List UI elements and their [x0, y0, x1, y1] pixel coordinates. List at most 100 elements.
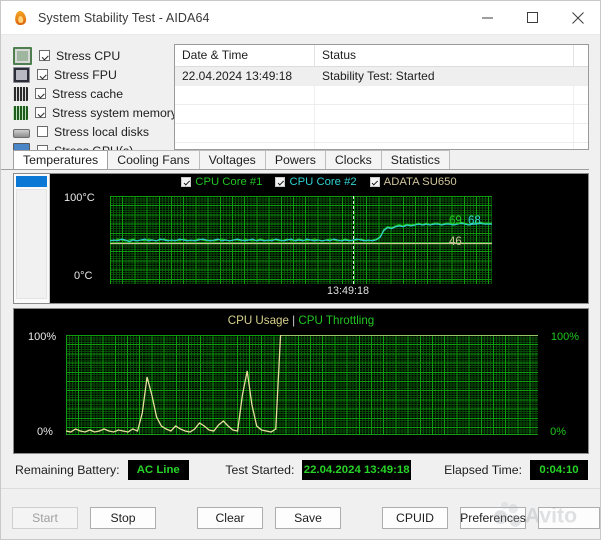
log-table-body: 22.04.2024 13:49:18 Stability Test: Star… — [175, 67, 588, 149]
table-row[interactable]: 22.04.2024 13:49:18 Stability Test: Star… — [175, 67, 588, 86]
clear-button[interactable]: Clear — [197, 506, 263, 529]
cell-extra — [574, 86, 588, 104]
maximize-icon[interactable] — [510, 1, 555, 34]
cpu-usage-title-part: CPU Usage — [227, 314, 289, 327]
cell-datetime — [175, 143, 315, 149]
preferences-button[interactable]: Preferences — [460, 506, 526, 529]
disk-icon — [13, 129, 30, 138]
cpu-icon — [13, 46, 32, 65]
tab-powers[interactable]: Powers — [264, 150, 326, 169]
temperature-legend: CPU Core #1 CPU Core #2 ADATA SU650 — [50, 176, 588, 188]
fpu-icon — [13, 66, 30, 83]
top-panel: Stress CPU Stress FPU Stress cache Stres… — [1, 35, 600, 159]
cell-status — [315, 124, 574, 142]
temperature-chart: CPU Core #1 CPU Core #2 ADATA SU650 100°… — [13, 173, 589, 304]
cpu-axis-label-top-right: 100% — [550, 331, 579, 343]
tab-temperatures[interactable]: Temperatures — [13, 150, 109, 169]
window-controls — [465, 1, 600, 34]
table-row[interactable] — [175, 86, 588, 105]
minimize-icon[interactable] — [465, 1, 510, 34]
cpu-chart-title: CPU Usage | CPU Throttling — [14, 314, 588, 327]
battery-value: AC Line — [127, 460, 189, 480]
stress-cache-label: Stress cache — [52, 86, 124, 101]
sensor-side-list-selected[interactable] — [16, 176, 47, 187]
status-strip: Remaining Battery: AC Line Test Started:… — [1, 454, 600, 480]
extra-button[interactable] — [538, 506, 600, 529]
cpuid-button[interactable]: CPUID — [382, 506, 448, 529]
stress-cache-checkbox[interactable] — [35, 88, 46, 99]
cpu-axis-label-bottom-left: 0% — [37, 426, 53, 438]
cpu-throttling-title-part: CPU Throttling — [298, 314, 375, 327]
cell-status — [315, 86, 574, 104]
table-row[interactable] — [175, 124, 588, 143]
stress-cpu-checkbox[interactable] — [39, 50, 50, 61]
app-window: System Stability Test - AIDA64 Stress CP… — [0, 0, 601, 540]
temp-marker-line — [353, 196, 354, 284]
tab-cooling-fans[interactable]: Cooling Fans — [107, 150, 200, 169]
tab-statistics[interactable]: Statistics — [380, 150, 450, 169]
temperature-series-svg — [110, 196, 492, 284]
log-table-header: Date & Time Status — [175, 45, 588, 67]
button-bar: Start Stop Clear Save CPUID Preferences … — [1, 488, 600, 539]
test-started-label: Test Started: — [225, 463, 295, 477]
stress-option-cache[interactable]: Stress cache — [13, 84, 165, 103]
stress-memory-checkbox[interactable] — [35, 107, 46, 118]
legend-item-cpu-core-1[interactable]: CPU Core #1 — [181, 176, 262, 188]
temp-value-core2: 68 — [468, 215, 481, 227]
legend-checkbox-icon[interactable] — [369, 177, 380, 187]
legend-item-cpu-core-2[interactable]: CPU Core #2 — [275, 176, 357, 188]
legend-label: CPU Core #2 — [289, 176, 357, 188]
cpu-title-separator: | — [288, 314, 299, 327]
flame-icon — [13, 9, 29, 26]
table-row[interactable] — [175, 143, 588, 149]
tab-voltages[interactable]: Voltages — [198, 150, 266, 169]
stress-option-memory[interactable]: Stress system memory — [13, 103, 177, 122]
tab-strip: Temperatures Cooling Fans Voltages Power… — [1, 150, 589, 170]
stop-button[interactable]: Stop — [90, 506, 156, 529]
cell-status — [315, 143, 574, 149]
temperature-plot: CPU Core #1 CPU Core #2 ADATA SU650 100°… — [50, 174, 588, 303]
log-table: Date & Time Status 22.04.2024 13:49:18 S… — [174, 44, 589, 150]
stress-fpu-checkbox[interactable] — [37, 69, 48, 80]
test-started-value: 22.04.2024 13:49:18 — [302, 460, 411, 480]
elapsed-time-label: Elapsed Time: — [444, 463, 522, 477]
stress-option-fpu[interactable]: Stress FPU — [13, 65, 165, 84]
legend-checkbox-icon[interactable] — [275, 177, 286, 187]
cell-datetime — [175, 124, 315, 142]
stress-disks-label: Stress local disks — [54, 124, 149, 139]
battery-label: Remaining Battery: — [15, 463, 120, 477]
column-header-datetime[interactable]: Date & Time — [175, 45, 315, 66]
save-button[interactable]: Save — [275, 506, 341, 529]
stress-disks-checkbox[interactable] — [37, 126, 48, 137]
legend-checkbox-icon[interactable] — [181, 177, 192, 187]
cpu-usage-chart: CPU Usage | CPU Throttling 100% 0% 100% … — [13, 308, 589, 454]
column-header-status[interactable]: Status — [315, 45, 574, 66]
temp-value-ssd: 46 — [449, 236, 462, 248]
cell-datetime — [175, 105, 315, 123]
stress-fpu-label: Stress FPU — [54, 67, 117, 82]
sensor-side-list-track[interactable] — [16, 189, 47, 299]
sensor-side-list[interactable] — [14, 174, 50, 303]
cell-extra — [574, 124, 588, 142]
cache-icon — [13, 86, 28, 101]
cpu-axis-label-top-left: 100% — [28, 331, 57, 343]
temp-axis-label-top: 100°C — [64, 192, 95, 204]
stress-cpu-label: Stress CPU — [56, 48, 121, 63]
cell-datetime: 22.04.2024 13:49:18 — [175, 67, 315, 85]
memory-icon — [13, 105, 28, 120]
cell-status — [315, 105, 574, 123]
start-button[interactable]: Start — [12, 506, 78, 529]
tab-clocks[interactable]: Clocks — [324, 150, 382, 169]
table-row[interactable] — [175, 105, 588, 124]
close-icon[interactable] — [555, 1, 600, 34]
column-header-extra[interactable] — [574, 45, 588, 66]
temp-value-core1: 69 — [449, 215, 462, 227]
stress-option-cpu[interactable]: Stress CPU — [13, 46, 165, 65]
legend-item-adata-su650[interactable]: ADATA SU650 — [369, 176, 457, 188]
cpu-series-svg — [66, 335, 538, 435]
window-title: System Stability Test - AIDA64 — [38, 10, 210, 25]
cell-status: Stability Test: Started — [315, 67, 574, 85]
legend-label: ADATA SU650 — [383, 176, 457, 188]
stress-option-disks[interactable]: Stress local disks — [13, 122, 165, 141]
temp-axis-label-bottom: 0°C — [74, 270, 93, 282]
